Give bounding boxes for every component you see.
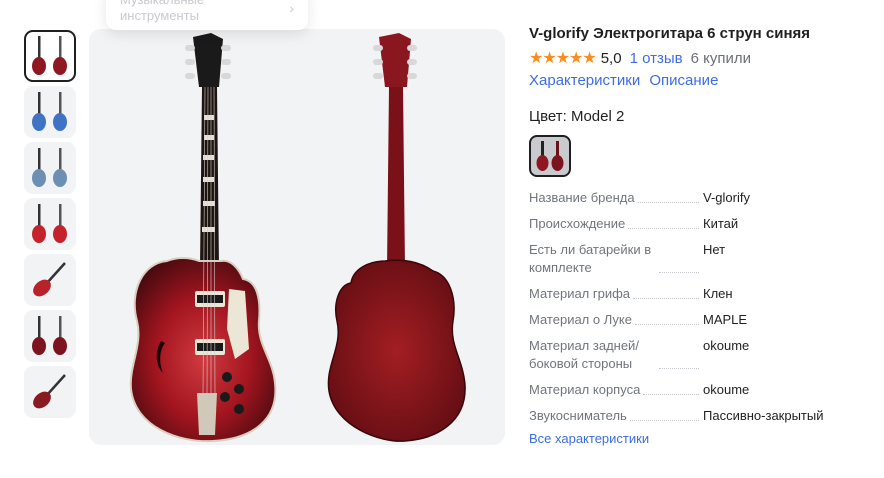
specs-table: Название бренда V-glorify Происхождение … bbox=[529, 189, 859, 425]
guitar-pair-icon bbox=[32, 204, 67, 243]
section-links: Характеристики Описание bbox=[529, 72, 869, 92]
spec-row: Материал о Луке MAPLE bbox=[529, 311, 859, 329]
spec-value: MAPLE bbox=[703, 312, 748, 327]
guitar-pair-icon bbox=[32, 316, 67, 355]
guitar-pair-icon bbox=[32, 36, 67, 75]
thumbnail-list bbox=[24, 30, 80, 422]
spec-value: Клен bbox=[703, 286, 733, 301]
spec-row: Материал корпуса okoume bbox=[529, 381, 859, 399]
reviews-link[interactable]: 1 отзыв bbox=[630, 50, 683, 67]
spec-row: Происхождение Китай bbox=[529, 215, 859, 233]
category-popup-label: Музыкальные инструменты bbox=[120, 0, 204, 23]
thumb-red-strat-pair[interactable] bbox=[24, 198, 76, 250]
color-swatch-model-2[interactable] bbox=[529, 135, 571, 177]
spec-row: Материал грифа Клен bbox=[529, 285, 859, 303]
spec-name-cell: Происхождение bbox=[529, 215, 703, 233]
spec-dots bbox=[659, 368, 699, 369]
spec-name-cell: Материал грифа bbox=[529, 285, 703, 303]
spec-value: okoume bbox=[703, 338, 750, 353]
spec-dots bbox=[633, 298, 699, 299]
spec-name-cell: Материал о Луке bbox=[529, 311, 703, 329]
product-info: V-glorify Электрогитара 6 струн синяя ★★… bbox=[529, 24, 869, 446]
spec-value: Нет bbox=[703, 242, 726, 257]
thumb-lespaul-diagonal[interactable] bbox=[24, 366, 76, 418]
spec-row: Есть ли батарейки в комплекте Нет bbox=[529, 241, 859, 277]
guitar-pair-icon bbox=[32, 92, 67, 131]
spec-dots bbox=[634, 324, 699, 325]
spec-row: Название бренда V-glorify bbox=[529, 189, 859, 207]
thumb-red-pair[interactable] bbox=[24, 30, 76, 82]
thumb-darkred-pair[interactable] bbox=[24, 310, 76, 362]
spec-name-cell: Есть ли батарейки в комплекте bbox=[529, 241, 703, 277]
rating-value: 5,0 bbox=[600, 49, 622, 67]
guitar-pair-icon bbox=[536, 141, 564, 171]
spec-name: Звукосниматель bbox=[529, 407, 630, 425]
spec-dots bbox=[628, 228, 699, 229]
spec-value: Китай bbox=[703, 216, 739, 231]
guitar-icon bbox=[33, 374, 66, 409]
spec-dots bbox=[629, 420, 699, 421]
spec-value: Пассивно-закрытый bbox=[703, 408, 824, 423]
chevron-right-icon: › bbox=[289, 0, 294, 16]
all-specs-link[interactable]: Все характеристики bbox=[529, 431, 869, 446]
rating-stars-icon: ★★★★★ bbox=[529, 50, 597, 67]
spec-name: Происхождение bbox=[529, 215, 629, 233]
spec-value: okoume bbox=[703, 382, 750, 397]
spec-row: Материал задней/боковой стороны okoume bbox=[529, 337, 859, 373]
color-label: Цвет: Model 2 bbox=[529, 108, 625, 125]
main-product-image[interactable] bbox=[89, 29, 505, 445]
spec-name-cell: Материал задней/боковой стороны bbox=[529, 337, 703, 373]
guitar-back bbox=[327, 33, 466, 442]
guitar-icon bbox=[33, 262, 66, 297]
spec-dots bbox=[637, 202, 699, 203]
spec-name-cell: Звукосниматель bbox=[529, 407, 703, 425]
guitar-front-back-image bbox=[129, 33, 466, 443]
rating-row: ★★★★★ 5,0 1 отзыв 6 купили bbox=[529, 48, 869, 68]
product-title: V-glorify Электрогитара 6 струн синяя bbox=[529, 25, 811, 42]
guitar-front bbox=[129, 33, 277, 443]
spec-name: Материал грифа bbox=[529, 285, 634, 303]
specs-link[interactable]: Характеристики bbox=[529, 72, 640, 89]
bought-count: 6 купили bbox=[690, 49, 751, 67]
spec-name-cell: Материал корпуса bbox=[529, 381, 703, 399]
thumb-blue-pair[interactable] bbox=[24, 86, 76, 138]
spec-name: Есть ли батарейки в комплекте bbox=[529, 241, 659, 277]
spec-name: Материал о Луке bbox=[529, 311, 635, 329]
spec-dots bbox=[643, 394, 699, 395]
spec-value: V-glorify bbox=[703, 190, 750, 205]
spec-name: Материал задней/боковой стороны bbox=[529, 337, 659, 373]
description-link[interactable]: Описание bbox=[649, 72, 718, 89]
spec-name: Материал корпуса bbox=[529, 381, 644, 399]
spec-name: Название бренда bbox=[529, 189, 638, 207]
spec-row: Звукосниматель Пассивно-закрытый bbox=[529, 407, 859, 425]
thumb-bluegrey-pair[interactable] bbox=[24, 142, 76, 194]
category-popup[interactable]: Музыкальные инструменты › bbox=[106, 0, 308, 30]
thumb-red-diagonal[interactable] bbox=[24, 254, 76, 306]
guitar-pair-icon bbox=[32, 148, 67, 187]
spec-name-cell: Название бренда bbox=[529, 189, 703, 207]
spec-dots bbox=[659, 272, 699, 273]
